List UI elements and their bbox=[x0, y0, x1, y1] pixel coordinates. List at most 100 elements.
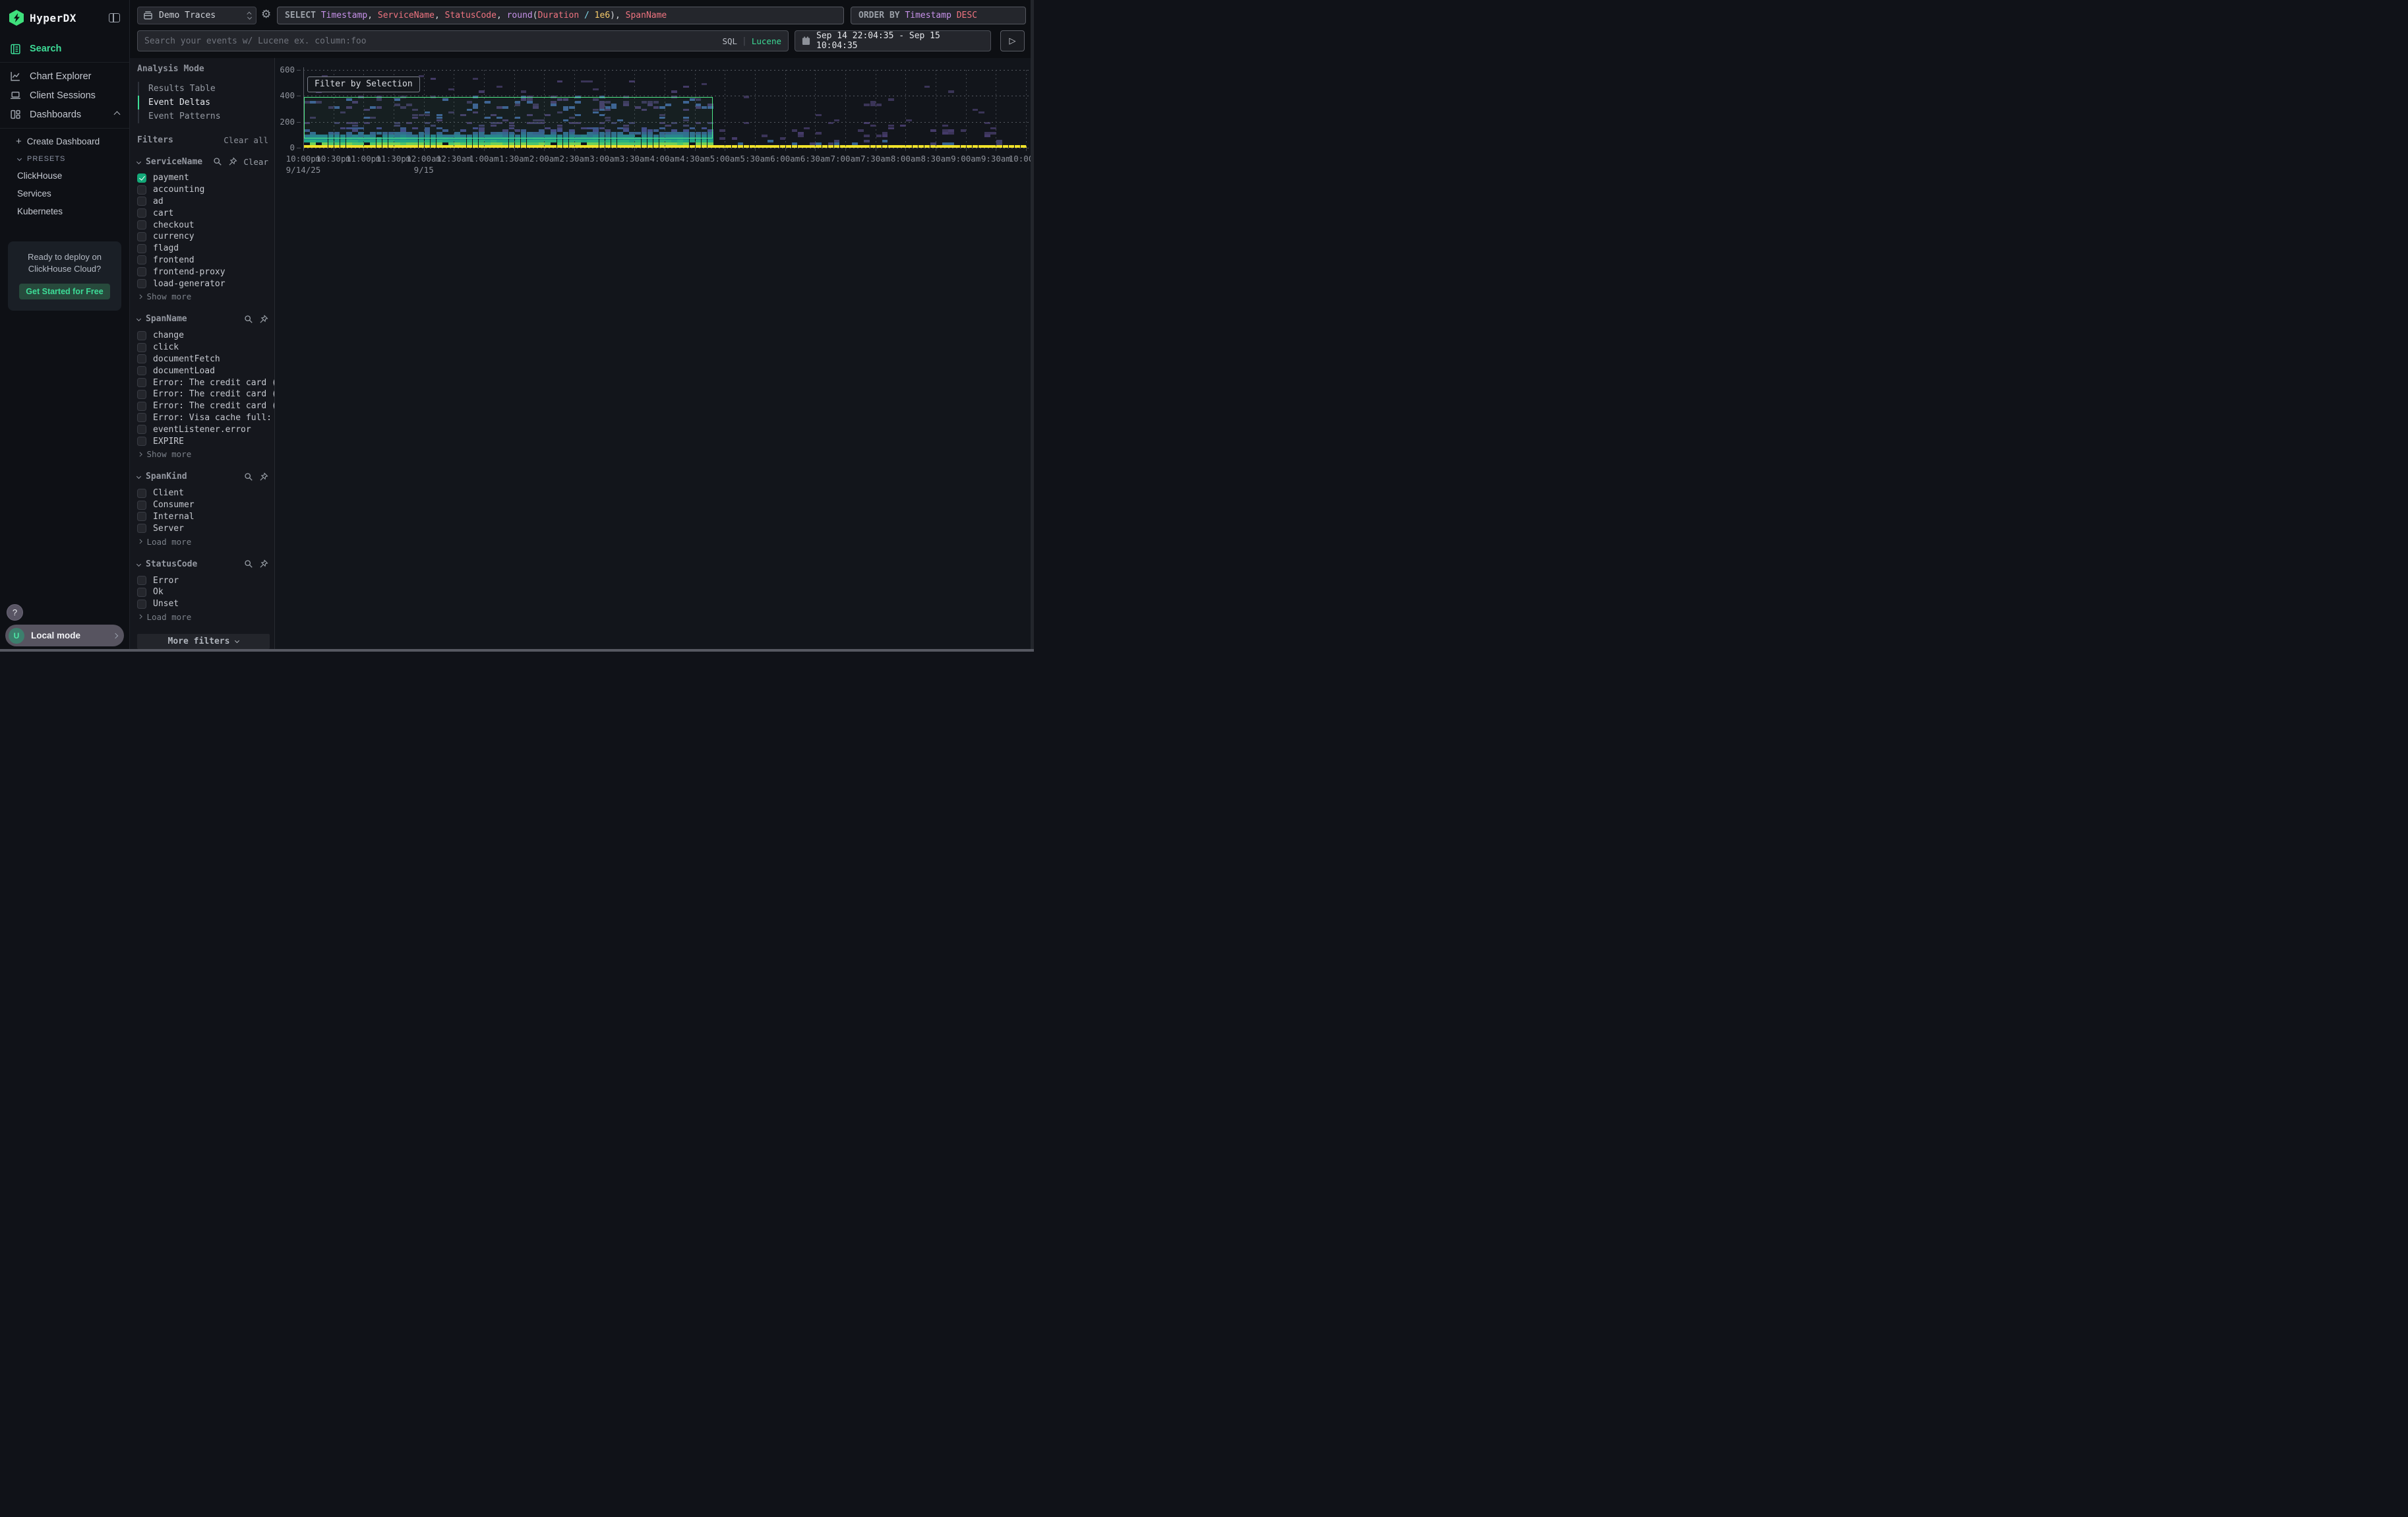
checkbox-frontend-proxy[interactable] bbox=[137, 267, 146, 276]
filter-option-error-visa-cache-full[interactable]: Error: Visa cache full: … bbox=[137, 412, 268, 424]
checkbox-load-generator[interactable] bbox=[137, 279, 146, 288]
search-icon[interactable] bbox=[244, 472, 253, 481]
filter-option-frontend[interactable]: frontend bbox=[137, 255, 268, 266]
filter-option-cart[interactable]: cart bbox=[137, 207, 268, 219]
filter-option-change[interactable]: change bbox=[137, 330, 268, 342]
clear-all-button[interactable]: Clear all bbox=[224, 135, 268, 145]
checkbox-client[interactable] bbox=[137, 489, 146, 498]
checkbox-accounting[interactable] bbox=[137, 185, 146, 195]
filter-option-client[interactable]: Client bbox=[137, 487, 268, 499]
filter-option-consumer[interactable]: Consumer bbox=[137, 499, 268, 511]
sidebar-item-client-sessions[interactable]: Client Sessions bbox=[0, 86, 129, 105]
date-range-picker[interactable]: Sep 14 22:04:35 - Sep 15 10:04:35 bbox=[795, 30, 991, 51]
filter-option-unset[interactable]: Unset bbox=[137, 598, 268, 610]
mode-sql-toggle[interactable]: SQL bbox=[722, 36, 737, 46]
filter-option-error-the-credit-card[interactable]: Error: The credit card (… bbox=[137, 388, 268, 400]
filter-option-checkout[interactable]: checkout bbox=[137, 219, 268, 231]
filter-option-expire[interactable]: EXPIRE bbox=[137, 435, 268, 447]
checkbox-error-the-credit-card[interactable] bbox=[137, 402, 146, 411]
presets-toggle[interactable]: PRESETS bbox=[0, 150, 129, 167]
load-more-link[interactable]: Load more bbox=[137, 536, 268, 547]
filter-option-error[interactable]: Error bbox=[137, 574, 268, 586]
gear-icon[interactable]: ⚙ bbox=[261, 8, 271, 21]
duration-heatmap-chart[interactable]: 020040060010:00pm10:30pm11:00pm11:30pm12… bbox=[275, 58, 1034, 652]
sidebar-item-dashboards[interactable]: Dashboards bbox=[0, 105, 129, 124]
clear-button[interactable]: Clear bbox=[243, 157, 268, 167]
sidebar-item-search[interactable]: Search bbox=[0, 36, 129, 62]
filter-section-header-spankind[interactable]: SpanKind bbox=[137, 471, 268, 483]
filter-option-flagd[interactable]: flagd bbox=[137, 243, 268, 255]
checkbox-documentload[interactable] bbox=[137, 366, 146, 375]
show-more-link[interactable]: Show more bbox=[137, 449, 268, 460]
checkbox-error-visa-cache-full[interactable] bbox=[137, 413, 146, 422]
user-menu[interactable]: U Local mode bbox=[5, 625, 124, 646]
search-icon[interactable] bbox=[244, 559, 253, 569]
sidebar-preset-services[interactable]: Services bbox=[0, 185, 129, 202]
checkbox-documentfetch[interactable] bbox=[137, 354, 146, 363]
load-more-link[interactable]: Load more bbox=[137, 611, 268, 623]
analysis-mode-event-patterns[interactable]: Event Patterns bbox=[139, 109, 268, 123]
order-by-editor[interactable]: ORDER BY Timestamp DESC bbox=[851, 7, 1026, 24]
create-dashboard-button[interactable]: + Create Dashboard bbox=[0, 133, 129, 150]
checkbox-expire[interactable] bbox=[137, 437, 146, 446]
pin-icon[interactable] bbox=[259, 472, 268, 481]
analysis-mode-event-deltas[interactable]: Event Deltas bbox=[139, 96, 268, 109]
checkbox-error-the-credit-card[interactable] bbox=[137, 378, 146, 387]
horizontal-scrollbar[interactable] bbox=[0, 649, 1034, 652]
analysis-mode-results-table[interactable]: Results Table bbox=[139, 82, 268, 96]
checkbox-unset[interactable] bbox=[137, 600, 146, 609]
sidebar-preset-clickhouse[interactable]: ClickHouse bbox=[0, 167, 129, 185]
filter-option-click[interactable]: click bbox=[137, 342, 268, 354]
filter-option-accounting[interactable]: accounting bbox=[137, 184, 268, 196]
run-query-button[interactable]: ▷ bbox=[1000, 30, 1025, 51]
checkbox-consumer[interactable] bbox=[137, 501, 146, 510]
filter-option-documentfetch[interactable]: documentFetch bbox=[137, 354, 268, 365]
filter-by-selection-tooltip[interactable]: Filter by Selection bbox=[307, 77, 420, 92]
chevron-up-icon[interactable] bbox=[114, 111, 121, 118]
get-started-button[interactable]: Get Started for Free bbox=[19, 284, 110, 299]
search-icon[interactable] bbox=[244, 315, 253, 324]
filter-option-eventlistener-error[interactable]: eventListener.error bbox=[137, 423, 268, 435]
filter-option-error-the-credit-card[interactable]: Error: The credit card (… bbox=[137, 400, 268, 412]
more-filters-button[interactable]: More filters bbox=[137, 634, 270, 649]
pin-icon[interactable] bbox=[259, 559, 268, 569]
filter-section-header-servicename[interactable]: ServiceNameClear bbox=[137, 156, 268, 168]
filter-option-internal[interactable]: Internal bbox=[137, 511, 268, 523]
checkbox-error[interactable] bbox=[137, 576, 146, 585]
sidebar-collapse-icon[interactable] bbox=[109, 13, 120, 22]
pin-icon[interactable] bbox=[228, 157, 237, 166]
filter-option-documentload[interactable]: documentLoad bbox=[137, 365, 268, 377]
checkbox-payment[interactable] bbox=[137, 173, 146, 183]
checkbox-flagd[interactable] bbox=[137, 244, 146, 253]
search-icon[interactable] bbox=[213, 157, 222, 166]
filter-option-error-the-credit-card[interactable]: Error: The credit card (… bbox=[137, 377, 268, 388]
vertical-scrollbar[interactable] bbox=[1031, 0, 1034, 652]
filter-option-server[interactable]: Server bbox=[137, 522, 268, 534]
filter-section-header-spanname[interactable]: SpanName bbox=[137, 313, 268, 325]
filter-option-frontend-proxy[interactable]: frontend-proxy bbox=[137, 266, 268, 278]
filter-section-header-statuscode[interactable]: StatusCode bbox=[137, 558, 268, 570]
search-input[interactable] bbox=[144, 36, 722, 46]
filter-option-ad[interactable]: ad bbox=[137, 196, 268, 208]
filter-option-payment[interactable]: payment bbox=[137, 172, 268, 184]
sidebar-item-chart-explorer[interactable]: Chart Explorer bbox=[0, 67, 129, 86]
checkbox-checkout[interactable] bbox=[137, 220, 146, 230]
checkbox-internal[interactable] bbox=[137, 512, 146, 521]
checkbox-frontend[interactable] bbox=[137, 255, 146, 264]
checkbox-server[interactable] bbox=[137, 524, 146, 533]
source-select[interactable]: Demo Traces bbox=[137, 7, 256, 24]
help-button[interactable]: ? bbox=[7, 604, 23, 621]
checkbox-eventlistener-error[interactable] bbox=[137, 425, 146, 434]
checkbox-change[interactable] bbox=[137, 331, 146, 340]
mode-lucene-toggle[interactable]: Lucene bbox=[752, 36, 781, 46]
pin-icon[interactable] bbox=[259, 315, 268, 324]
checkbox-ok[interactable] bbox=[137, 588, 146, 597]
checkbox-currency[interactable] bbox=[137, 232, 146, 241]
chart-selection[interactable] bbox=[304, 97, 713, 139]
checkbox-click[interactable] bbox=[137, 343, 146, 352]
filter-option-currency[interactable]: currency bbox=[137, 231, 268, 243]
sql-select-editor[interactable]: SELECT Timestamp, ServiceName, StatusCod… bbox=[277, 7, 844, 24]
show-more-link[interactable]: Show more bbox=[137, 291, 268, 303]
checkbox-error-the-credit-card[interactable] bbox=[137, 390, 146, 399]
filter-option-ok[interactable]: Ok bbox=[137, 586, 268, 598]
